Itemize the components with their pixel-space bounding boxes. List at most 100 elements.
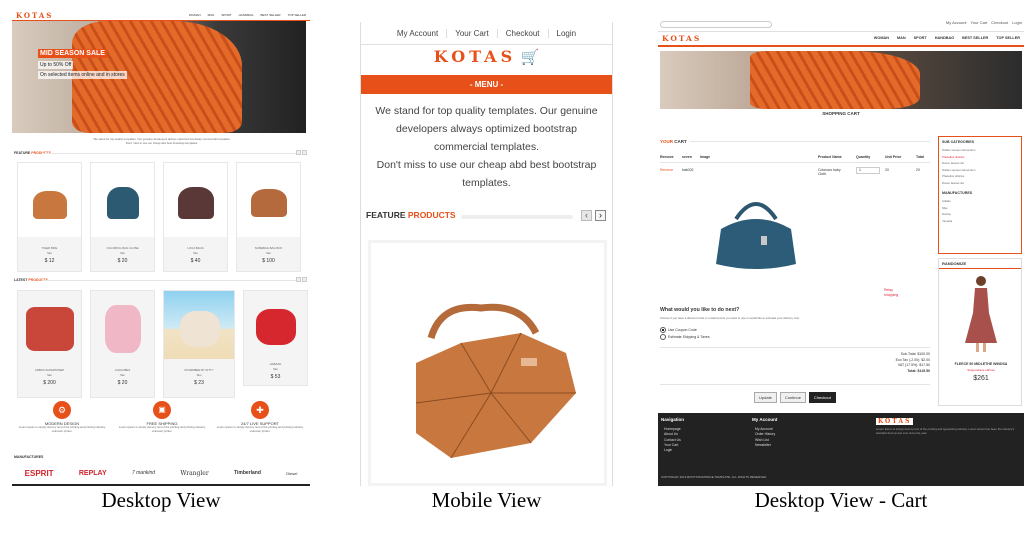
mobile-menu-bar[interactable]: - MENU - — [361, 75, 612, 94]
product-card[interactable]: NOVEMBER BY KITTY Sku $ 23 — [163, 290, 235, 398]
product-image — [107, 187, 139, 219]
radio-unselected[interactable] — [660, 334, 666, 340]
top-nav-link[interactable]: Your Cart — [447, 28, 498, 38]
mobile-intro: We stand for top quality templates. Our … — [369, 102, 604, 192]
hero-title: MID SEASON SALE — [38, 49, 107, 58]
brand-logo[interactable]: Timberland — [234, 470, 261, 476]
top-nav-link[interactable]: Checkout — [991, 20, 1008, 25]
footer-link[interactable]: Newsletter — [755, 443, 775, 448]
brand-logo[interactable]: REPLAY — [79, 470, 107, 477]
column-header: Product Name — [818, 155, 842, 159]
nav-item[interactable]: BEST SELLER — [260, 13, 280, 17]
feature-block: ▣ FREE SHIPPING Lorem ipsum is simply du… — [114, 401, 210, 433]
feature-text: Lorem ipsum is simply dummy text of the … — [118, 425, 206, 433]
cart-icon: 🛒 — [520, 49, 540, 66]
mobile-logo[interactable]: KOTAS 🛒 — [361, 47, 612, 67]
carousel-next-button[interactable] — [302, 277, 307, 282]
product-price: $ 53 — [270, 374, 281, 380]
randomize-title: RANDOMIZE — [939, 259, 1021, 269]
product-card[interactable]: TIGER BIKE Sku $ 12 — [17, 162, 82, 272]
manufacturers-heading: MANUFACTURES — [14, 455, 44, 459]
product-name: HABASH — [269, 362, 282, 366]
nav-item[interactable]: TOP SELLER — [288, 13, 306, 17]
carousel-next-button[interactable] — [302, 150, 307, 155]
carousel-next-button[interactable]: › — [595, 210, 606, 221]
product-price: $ 20 — [117, 258, 128, 264]
nav-item[interactable]: TOP SELLER — [996, 36, 1020, 40]
carousel-prev-button[interactable] — [296, 150, 301, 155]
product-image — [256, 309, 296, 345]
nav-item[interactable]: SPORT — [914, 36, 927, 40]
hero-line1: Up to 50% Off — [38, 61, 74, 69]
brand-logo[interactable]: ESPRIT — [25, 469, 54, 478]
brand-strip: ESPRIT REPLAY 7 mankind Wrangler Timberl… — [12, 465, 310, 481]
checkout-button[interactable]: Checkout — [808, 392, 836, 403]
random-product-image[interactable] — [963, 273, 999, 353]
nav-item[interactable]: MAN — [208, 13, 215, 17]
footer-logo[interactable]: KOTAS — [876, 418, 914, 425]
product-card[interactable]: CHOLOBES Sku $ 20 — [90, 290, 155, 398]
nav-item[interactable]: SPORT — [221, 13, 231, 17]
hero-line2: On selected items online and in stores — [38, 71, 127, 79]
nav-item[interactable]: HANDBAG — [239, 13, 254, 17]
feature-text: Lorem ipsum is simply dummy text of the … — [18, 425, 106, 433]
brand-logo[interactable]: Diesel — [286, 471, 297, 476]
product-card[interactable]: LOCA BAGS Sku $ 40 — [163, 162, 228, 272]
option-coupon[interactable]: Use Coupon Code — [660, 327, 697, 333]
nav-item[interactable]: HANDBAG — [935, 36, 954, 40]
top-nav-link[interactable]: Login — [1012, 20, 1022, 25]
cart-totals: Sub-Total: $100.00 Eco Tax (-2.00): $2.0… — [848, 352, 930, 374]
row-name[interactable]: Colorous baby Cloth — [818, 168, 848, 176]
brand-logo[interactable]: 7 mankind — [132, 470, 155, 476]
nav-item[interactable]: WOMAN — [189, 13, 201, 17]
footer-link[interactable]: Login — [664, 448, 681, 453]
feature-products-heading: FEATURE PRODUCTS — [366, 210, 456, 220]
nav-item[interactable]: MAN — [897, 36, 906, 40]
option-shipping[interactable]: Estimate Shipping & Taxes — [660, 334, 710, 340]
total-line: Total: $119.50 — [907, 368, 930, 373]
footer-copyright: COPYRIGHT 2013 BOOTSTRAPPAGE TEMPLATE. A… — [661, 475, 767, 479]
product-card[interactable] — [368, 240, 607, 486]
radio-selected[interactable] — [660, 327, 666, 333]
column-header: Image — [700, 155, 711, 159]
footer-link[interactable]: Order History — [755, 432, 775, 437]
cart-footer: Navigation Homepage About Us Contact Us … — [658, 413, 1024, 486]
support-icon: ✚ — [251, 401, 269, 419]
update-button[interactable]: Update — [754, 392, 777, 403]
carousel-prev-button[interactable]: ‹ — [581, 210, 592, 221]
hero-banner[interactable]: MID SEASON SALE Up to 50% Off On selecte… — [12, 21, 306, 133]
desktop-header: KOTAS WOMAN MAN SPORT HANDBAG BEST SELLE… — [12, 10, 310, 20]
product-card[interactable]: URBAN SUPERSTEEP Sku $ 200 — [17, 290, 82, 398]
product-card[interactable]: SOMEBAG BAG BOX Sku $ 100 — [236, 162, 301, 272]
product-image — [105, 305, 141, 353]
carousel-prev-button[interactable] — [296, 277, 301, 282]
sidebar-item[interactable]: Yamaha — [942, 218, 1018, 225]
top-nav-link[interactable]: Checkout — [498, 28, 549, 38]
random-item-name[interactable]: FLEECE 50 MIDLETHE WINDSA — [939, 362, 1023, 366]
random-item-price: $261 — [973, 375, 989, 382]
feature-block: ✚ 24/7 LIVE SUPPORT Lorem ipsum is simpl… — [212, 401, 308, 433]
top-nav-link[interactable]: My Account — [946, 20, 967, 25]
top-nav-link[interactable]: Login — [549, 29, 585, 38]
product-tag: Sku — [266, 251, 271, 255]
product-card[interactable]: HABASH Sku $ 53 — [243, 290, 308, 386]
brand-logo[interactable]: Wrangler — [180, 470, 208, 477]
caption-mobile: Mobile View — [431, 488, 542, 512]
column-header: Total — [916, 155, 925, 159]
randomize-box: RANDOMIZE FLEECE 50 MIDLETHE WINDSA Susp… — [938, 258, 1022, 406]
remove-link[interactable]: Remove — [660, 168, 673, 172]
quantity-input[interactable]: 1 — [856, 167, 880, 174]
cart-logo[interactable]: KOTAS — [662, 34, 701, 43]
nav-item[interactable]: WOMAN — [874, 36, 889, 40]
sidebar-item[interactable]: Donec laoreet dui — [942, 180, 1018, 187]
desktop-logo[interactable]: KOTAS — [16, 11, 53, 20]
nav-item[interactable]: BEST SELLER — [962, 36, 988, 40]
product-card[interactable]: COLORFUL BAG CLOSE Sku $ 20 — [90, 162, 155, 272]
cart-view-panel: My Account Your Cart Checkout Login KOTA… — [658, 18, 1024, 486]
continue-button[interactable]: Continue — [779, 392, 806, 403]
mobile-top-nav: My Account Your Cart Checkout Login — [361, 22, 612, 44]
top-nav-link[interactable]: My Account — [389, 28, 448, 38]
top-nav-link[interactable]: Your Cart — [971, 20, 988, 25]
sidebar-title: SUB CATEGORIES — [942, 140, 975, 144]
search-field[interactable] — [660, 21, 772, 28]
